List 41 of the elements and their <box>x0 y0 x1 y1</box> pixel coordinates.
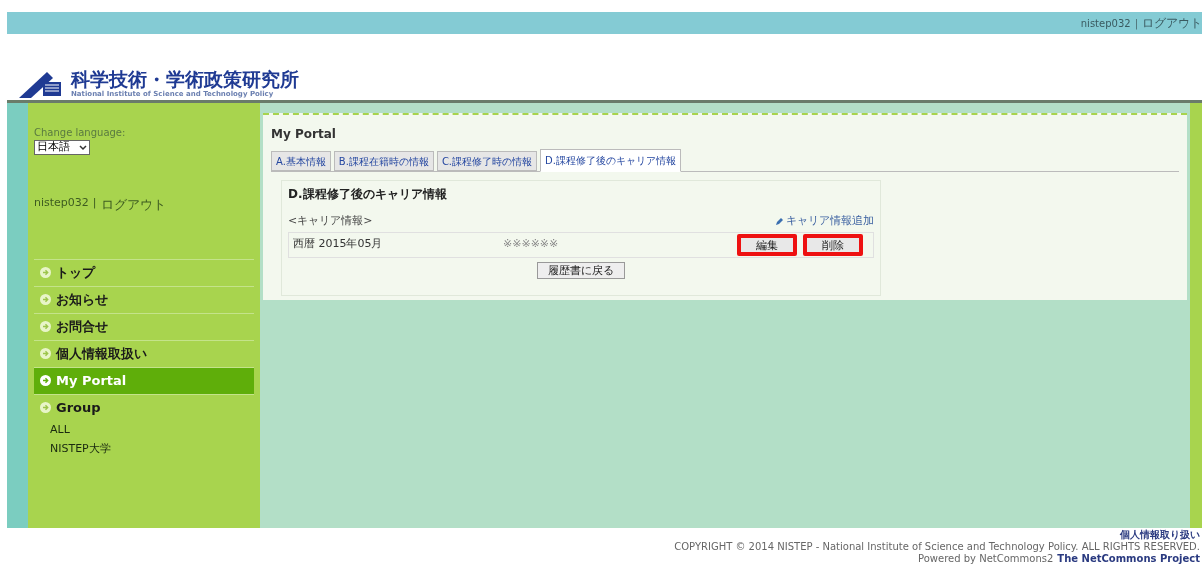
language-label: Change language: <box>34 126 127 140</box>
sidebar-item[interactable]: Group <box>34 394 254 421</box>
arrow-circle-icon <box>40 267 51 278</box>
sidebar-item[interactable]: トップ <box>34 259 254 286</box>
panel-title: My Portal <box>271 127 336 141</box>
tab[interactable]: B.課程在籍時の情報 <box>333 151 434 171</box>
arrow-circle-icon <box>40 348 51 359</box>
arrow-circle-icon <box>40 402 51 413</box>
sidebar-item[interactable]: お知らせ <box>34 286 254 313</box>
powered-text: Powered by NetCommons2 <box>918 553 1054 565</box>
logout-link[interactable]: ログアウト <box>100 195 166 215</box>
arrow-circle-icon <box>40 375 51 386</box>
sidebar-item[interactable]: お問合せ <box>34 313 254 340</box>
career-value: ※※※※※※ <box>503 236 560 253</box>
sidebar-subitem[interactable]: ALL <box>50 420 254 440</box>
row-button[interactable]: 削除 <box>803 233 863 256</box>
separator: | <box>1134 16 1138 31</box>
list-label: <キャリア情報> <box>288 213 373 229</box>
date-text: 西暦 2015年05月 <box>293 236 384 253</box>
username: nistep032 <box>34 195 89 211</box>
arrow-circle-icon <box>40 294 51 305</box>
logout-link[interactable]: ログアウト <box>1142 14 1202 32</box>
tab[interactable]: C.課程修了時の情報 <box>436 151 538 171</box>
sidebar-subitem[interactable]: NISTEP大学 <box>50 439 254 459</box>
section-title: D.課程修了後のキャリア情報 <box>288 186 448 203</box>
add-career-link[interactable]: キャリア情報追加 <box>775 213 874 230</box>
language-select[interactable]: 日本語 <box>34 140 90 155</box>
project-link[interactable]: The NetCommons Project <box>1057 553 1200 565</box>
arrow-circle-icon <box>40 321 51 332</box>
site-title: 科学技術・学術政策研究所 <box>71 70 299 89</box>
separator: | <box>92 195 97 211</box>
username: nistep032 <box>1080 16 1131 31</box>
back-button[interactable]: 履歴書に戻る <box>537 261 625 279</box>
pencil-icon <box>775 216 784 226</box>
privacy-link[interactable]: 個人情報取り扱い <box>1120 529 1200 541</box>
tab[interactable]: D.課程修了後のキャリア情報 <box>540 149 681 172</box>
copyright-text: COPYRIGHT © 2014 NISTEP - National Institute of Science and Technology Policy. ALL RIGHTS RESERVED. <box>674 541 1200 553</box>
tab[interactable]: A.基本情報 <box>271 151 331 171</box>
chevron-down-icon <box>79 144 87 151</box>
sidebar-item[interactable]: 個人情報取扱い <box>34 340 254 367</box>
row-button[interactable]: 編集 <box>737 233 797 256</box>
